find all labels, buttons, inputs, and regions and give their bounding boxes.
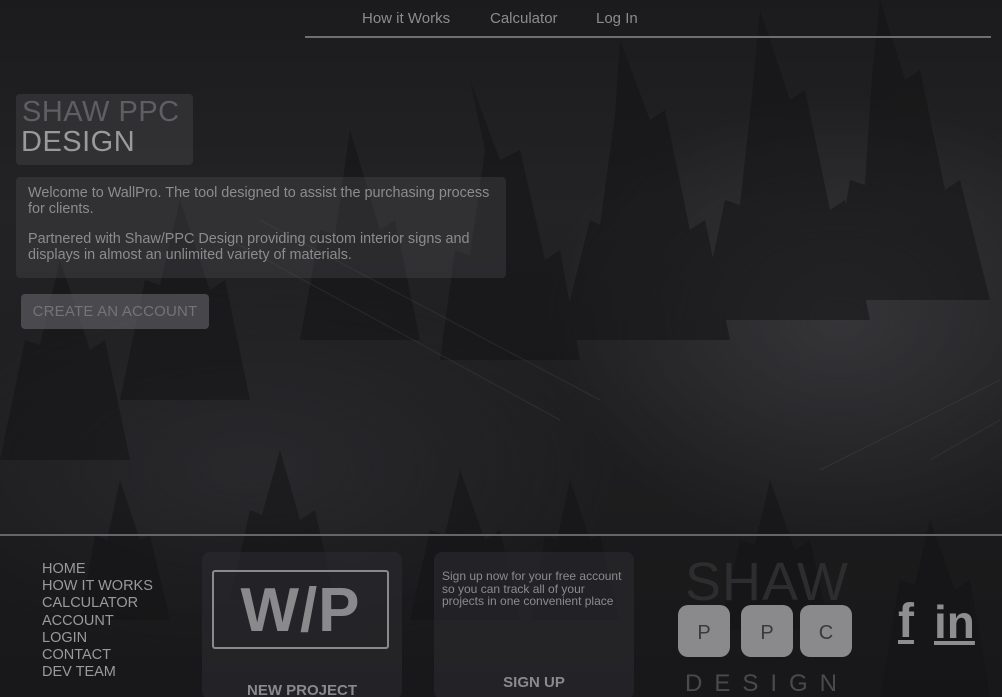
sign-up-card[interactable]: Sign up now for your free account so you… (434, 552, 634, 697)
shaw-logo-bottom-text: DESIGN (685, 670, 849, 697)
footer-link-dev-team[interactable]: DEV TEAM (42, 664, 116, 680)
brand-logo: SHAW PPC DESIGN (16, 94, 193, 165)
intro-panel: Welcome to WallPro. The tool designed to… (16, 177, 506, 278)
shaw-logo-letter-p1: P (697, 622, 710, 644)
linkedin-icon[interactable]: in (934, 598, 975, 646)
footer-link-how-it-works[interactable]: HOW IT WORKS (42, 578, 153, 594)
brand-line-2: DESIGN (21, 126, 136, 158)
footer-link-login[interactable]: LOGIN (42, 630, 87, 646)
footer-links: HOME HOW IT WORKS CALCULATOR ACCOUNT LOG… (42, 560, 153, 680)
footer-link-contact[interactable]: CONTACT (42, 647, 111, 663)
new-project-label: NEW PROJECT (246, 682, 357, 697)
intro-paragraph-1: Welcome to WallPro. The tool designed to… (28, 185, 490, 217)
footer-link-calculator[interactable]: CALCULATOR (42, 595, 138, 611)
nav-log-in[interactable]: Log In (596, 10, 638, 27)
shaw-logo-letter-p2: P (760, 622, 773, 644)
top-nav: How it Works Calculator Log In (305, 0, 991, 38)
wallpro-logo-text: W/P (240, 576, 361, 645)
nav-calculator[interactable]: Calculator (490, 10, 558, 27)
nav-how-it-works[interactable]: How it Works (362, 10, 450, 27)
facebook-icon[interactable]: f (898, 598, 914, 646)
footer: HOME HOW IT WORKS CALCULATOR ACCOUNT LOG… (0, 534, 1002, 697)
footer-link-home[interactable]: HOME (42, 561, 86, 577)
wallpro-logo: W/P (212, 570, 389, 649)
shaw-logo-letter-c: C (819, 622, 833, 644)
sign-up-label: SIGN UP (503, 674, 565, 691)
intro-paragraph-2: Partnered with Shaw/PPC Design providing… (28, 231, 470, 263)
create-account-button[interactable]: CREATE AN ACCOUNT (21, 294, 209, 329)
brand-line-1: SHAW PPC (22, 96, 180, 128)
new-project-card[interactable]: W/P NEW PROJECT (202, 552, 402, 697)
shaw-logo-top-text: SHAW (685, 552, 849, 612)
shaw-ppc-design-logo: SHAW P P C DESIGN (678, 552, 852, 697)
footer-link-account[interactable]: ACCOUNT (42, 613, 114, 629)
sign-up-description: Sign up now for your free account so you… (442, 569, 622, 608)
